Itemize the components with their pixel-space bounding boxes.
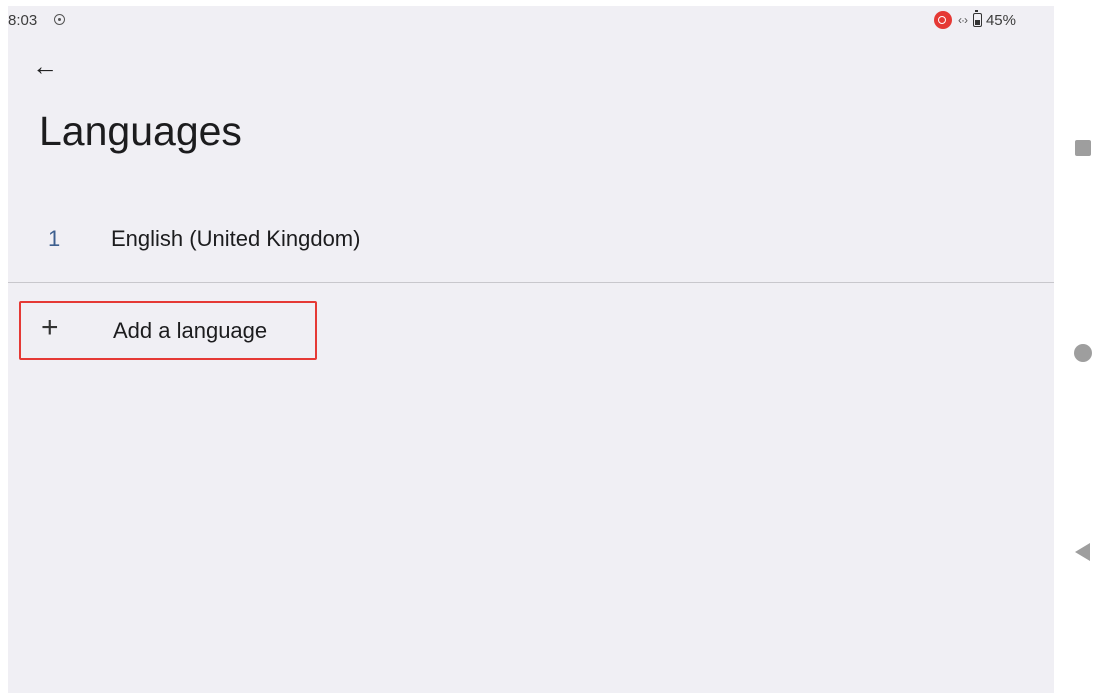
status-time: 8:03 (8, 12, 38, 29)
settings-screen: 8:03 ‹·› 45% ← Languages 1 English (Unit… (8, 6, 1054, 693)
status-icons: ‹·› 45% (933, 10, 1016, 29)
page-title: Languages (39, 108, 242, 154)
add-language-button[interactable]: + Add a language (19, 301, 317, 360)
language-item[interactable]: 1 English (United Kingdom) (8, 214, 1054, 264)
back-icon[interactable] (1075, 543, 1090, 561)
arrow-back-icon[interactable]: ← (30, 52, 60, 82)
plus-icon: + (41, 311, 59, 344)
language-number: 1 (48, 226, 61, 251)
cast-icon (933, 11, 952, 29)
battery-percent: 45% (985, 11, 1016, 29)
home-icon[interactable] (1074, 344, 1092, 362)
data-transfer-icon: ‹·› (957, 13, 968, 27)
divider (8, 282, 1054, 283)
navigation-bar (1055, 0, 1110, 693)
add-language-label: Add a language (113, 318, 268, 343)
battery-icon (972, 10, 982, 27)
screen-record-icon (54, 14, 65, 25)
language-name: English (United Kingdom) (111, 226, 361, 251)
recents-icon[interactable] (1075, 140, 1091, 156)
